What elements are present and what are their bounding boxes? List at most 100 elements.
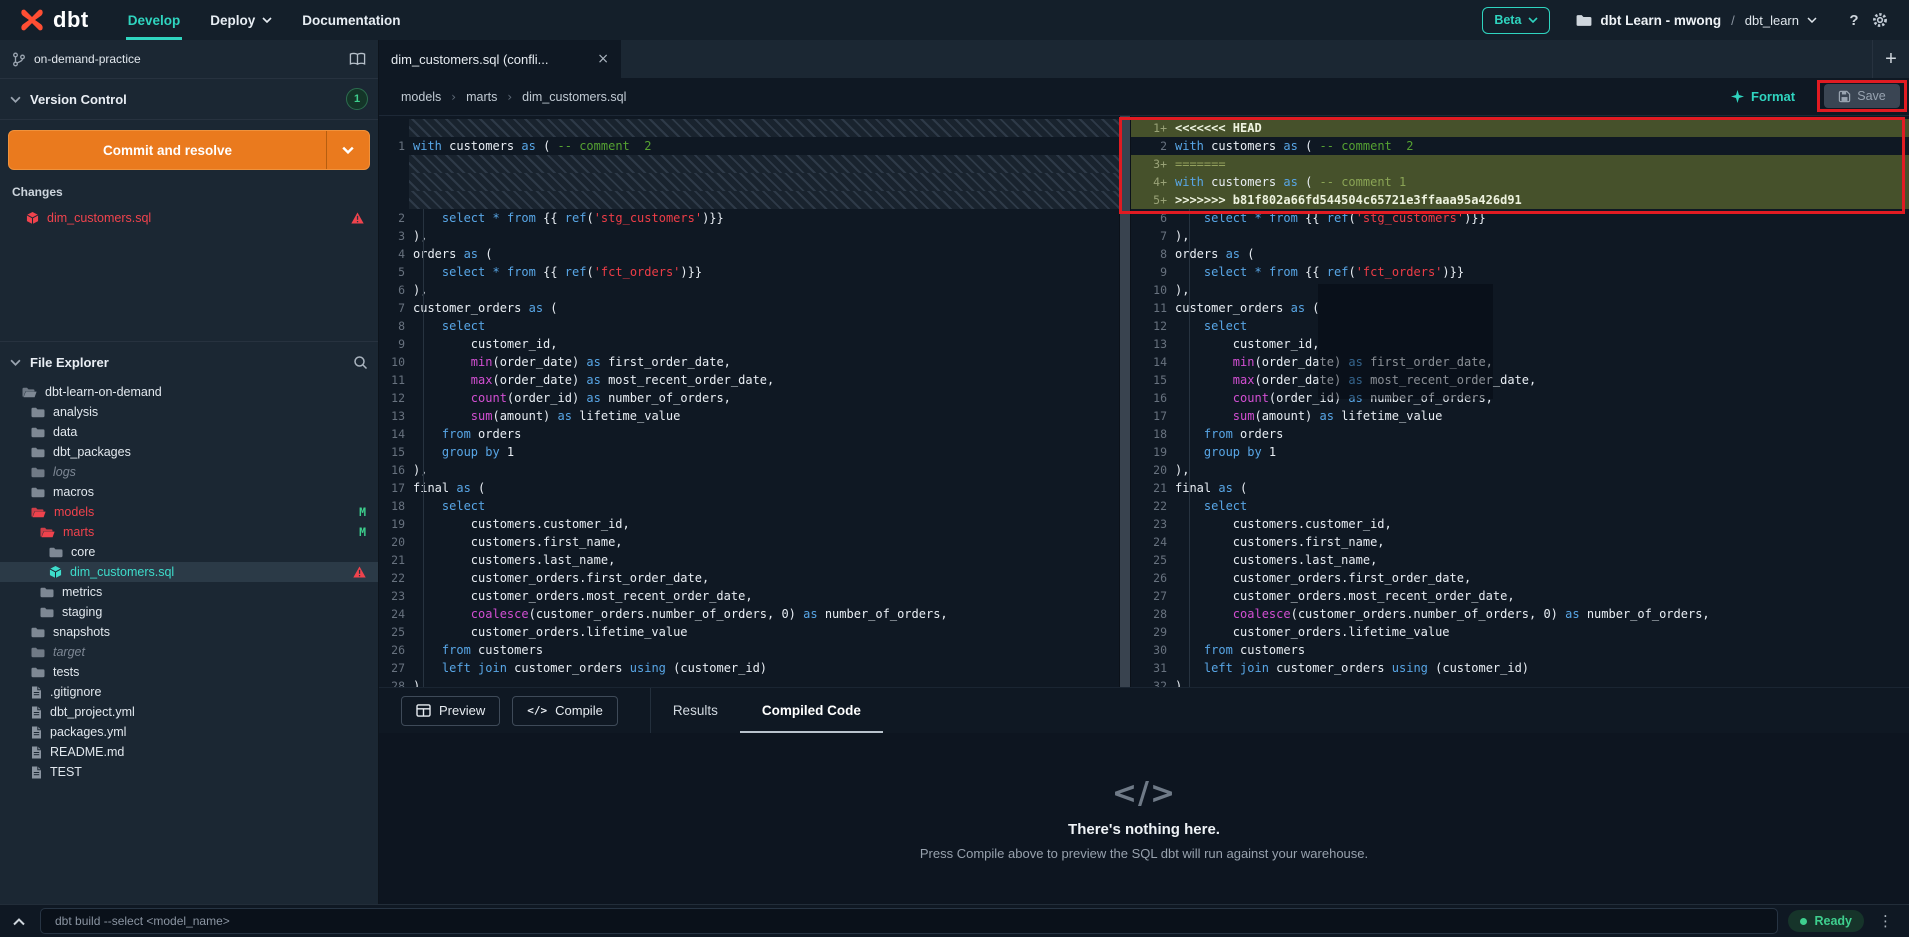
code-line[interactable]: 10),	[1131, 281, 1909, 299]
git-branch-row[interactable]: on-demand-practice	[0, 40, 378, 79]
code-line[interactable]: 15 max(order_date) as most_recent_order_…	[1131, 371, 1909, 389]
code-line[interactable]: 11 max(order_date) as most_recent_order_…	[379, 371, 1119, 389]
code-line[interactable]: 14 from orders	[379, 425, 1119, 443]
code-line[interactable]: 19 group by 1	[1131, 443, 1909, 461]
account-project-switcher[interactable]: dbt Learn - mwong / dbt_learn	[1576, 13, 1817, 28]
nav-deploy[interactable]: Deploy	[195, 0, 287, 40]
breadcrumb-models[interactable]: models	[401, 90, 441, 104]
code-line[interactable]: 3),	[379, 227, 1119, 245]
dbt-logo[interactable]: dbt	[18, 6, 89, 34]
code-line[interactable]: 7),	[1131, 227, 1909, 245]
compile-button[interactable]: </> Compile	[512, 696, 618, 726]
beta-dropdown[interactable]: Beta	[1482, 7, 1550, 34]
code-line[interactable]: 3+=======	[1131, 155, 1909, 173]
code-line[interactable]: 7customer_orders as (	[379, 299, 1119, 317]
code-line[interactable]: 24 customers.first_name,	[1131, 533, 1909, 551]
diff-pane-original[interactable]: 1with customers as ( -- comment 2 2 selec…	[379, 116, 1119, 687]
code-line[interactable]: 5 select * from {{ ref('fct_orders')}}	[379, 263, 1119, 281]
code-line[interactable]: 30 from customers	[1131, 641, 1909, 659]
file-tree-item-dbt-project-yml[interactable]: dbt_project.yml	[0, 702, 378, 722]
code-line[interactable]: 11customer_orders as (	[1131, 299, 1909, 317]
commit-options-caret[interactable]	[326, 131, 369, 169]
collapsed-diff-region[interactable]	[379, 119, 1119, 137]
tab-compiled-code[interactable]: Compiled Code	[740, 688, 883, 733]
code-line[interactable]: 4+with customers as ( -- comment 1	[1131, 173, 1909, 191]
code-line[interactable]: 18 select	[379, 497, 1119, 515]
code-line[interactable]: 1with customers as ( -- comment 2	[379, 137, 1119, 155]
code-line[interactable]: 28 coalesce(customer_orders.number_of_or…	[1131, 605, 1909, 623]
code-line[interactable]: 27 left join customer_orders using (cust…	[379, 659, 1119, 677]
code-line[interactable]: 26 customer_orders.first_order_date,	[1131, 569, 1909, 587]
code-line[interactable]: 31 left join customer_orders using (cust…	[1131, 659, 1909, 677]
code-line[interactable]: 21final as (	[1131, 479, 1909, 497]
preview-button[interactable]: Preview	[401, 696, 500, 726]
file-tree-item-macros[interactable]: macros	[0, 482, 378, 502]
code-line[interactable]: 22 customer_orders.first_order_date,	[379, 569, 1119, 587]
help-button[interactable]: ?	[1841, 7, 1867, 33]
file-tree-item-dbt-learn-on-demand[interactable]: dbt-learn-on-demand	[0, 382, 378, 402]
file-search-button[interactable]	[353, 355, 368, 370]
tab-dim-customers[interactable]: dim_customers.sql (confli... ×	[379, 40, 621, 78]
code-line[interactable]: 23 customers.customer_id,	[1131, 515, 1909, 533]
expand-panel-button[interactable]	[8, 910, 30, 932]
file-tree-item-snapshots[interactable]: snapshots	[0, 622, 378, 642]
code-line[interactable]: 24 coalesce(customer_orders.number_of_or…	[379, 605, 1119, 623]
code-line[interactable]: 25 customers.last_name,	[1131, 551, 1909, 569]
file-tree-item-analysis[interactable]: analysis	[0, 402, 378, 422]
code-line[interactable]: 14 min(order_date) as first_order_date,	[1131, 353, 1909, 371]
code-line[interactable]: 27 customer_orders.most_recent_order_dat…	[1131, 587, 1909, 605]
breadcrumb-file[interactable]: dim_customers.sql	[522, 90, 626, 104]
breadcrumb-marts[interactable]: marts	[466, 90, 497, 104]
code-line[interactable]: 25 customer_orders.lifetime_value	[379, 623, 1119, 641]
file-tree-item-target[interactable]: target	[0, 642, 378, 662]
code-line[interactable]: 20 customers.first_name,	[379, 533, 1119, 551]
file-tree-item-metrics[interactable]: metrics	[0, 582, 378, 602]
code-line[interactable]: 6),	[379, 281, 1119, 299]
code-line[interactable]: 17final as (	[379, 479, 1119, 497]
code-line[interactable]: 22 select	[1131, 497, 1909, 515]
close-icon[interactable]: ×	[597, 51, 609, 67]
code-line[interactable]: 12 select	[1131, 317, 1909, 335]
code-line[interactable]: 9 select * from {{ ref('fct_orders')}}	[1131, 263, 1909, 281]
file-tree-item-data[interactable]: data	[0, 422, 378, 442]
code-line[interactable]: 16),	[379, 461, 1119, 479]
code-line[interactable]: 8orders as (	[1131, 245, 1909, 263]
code-line[interactable]: 13 sum(amount) as lifetime_value	[379, 407, 1119, 425]
file-tree-item-staging[interactable]: staging	[0, 602, 378, 622]
file-tree-item-dim-customers-sql[interactable]: dim_customers.sql	[0, 562, 378, 582]
nav-documentation[interactable]: Documentation	[287, 0, 415, 40]
file-tree-item-dbt-packages[interactable]: dbt_packages	[0, 442, 378, 462]
code-line[interactable]: 19 customers.customer_id,	[379, 515, 1119, 533]
code-line[interactable]: 1+<<<<<<< HEAD	[1131, 119, 1909, 137]
code-line[interactable]: 20),	[1131, 461, 1909, 479]
file-tree-item-models[interactable]: modelsM	[0, 502, 378, 522]
kebab-menu-icon[interactable]: ⋮	[1874, 912, 1897, 930]
code-line[interactable]: 29 customer_orders.lifetime_value	[1131, 623, 1909, 641]
code-line[interactable]: 28)	[379, 677, 1119, 687]
code-line[interactable]: 8 select	[379, 317, 1119, 335]
file-tree-item-marts[interactable]: martsM	[0, 522, 378, 542]
code-line[interactable]: 17 sum(amount) as lifetime_value	[1131, 407, 1909, 425]
file-tree-item-readme-md[interactable]: README.md	[0, 742, 378, 762]
new-tab-button[interactable]: +	[1872, 40, 1909, 78]
code-line[interactable]: 10 min(order_date) as first_order_date,	[379, 353, 1119, 371]
file-tree-item-tests[interactable]: tests	[0, 662, 378, 682]
code-line[interactable]: 32)	[1131, 677, 1909, 687]
command-input[interactable]	[40, 908, 1778, 934]
code-line[interactable]: 23 customer_orders.most_recent_order_dat…	[379, 587, 1119, 605]
settings-button[interactable]	[1867, 7, 1893, 33]
tab-results[interactable]: Results	[651, 688, 740, 733]
code-line[interactable]: 21 customers.last_name,	[379, 551, 1119, 569]
file-tree-item-test[interactable]: TEST	[0, 762, 378, 782]
code-line[interactable]: 6 select * from {{ ref('stg_customers')}…	[1131, 209, 1909, 227]
collapsed-diff-region[interactable]	[379, 191, 1119, 209]
code-line[interactable]: 15 group by 1	[379, 443, 1119, 461]
docs-button[interactable]	[349, 52, 366, 66]
diff-pane-modified[interactable]: 1+<<<<<<< HEAD2with customers as ( -- co…	[1131, 116, 1909, 687]
file-explorer-header[interactable]: File Explorer	[0, 341, 378, 382]
collapsed-diff-region[interactable]	[379, 173, 1119, 191]
code-line[interactable]: 2 select * from {{ ref('stg_customers')}…	[379, 209, 1119, 227]
file-tree-item-logs[interactable]: logs	[0, 462, 378, 482]
save-button[interactable]: Save	[1824, 84, 1900, 108]
file-tree-item-packages-yml[interactable]: packages.yml	[0, 722, 378, 742]
